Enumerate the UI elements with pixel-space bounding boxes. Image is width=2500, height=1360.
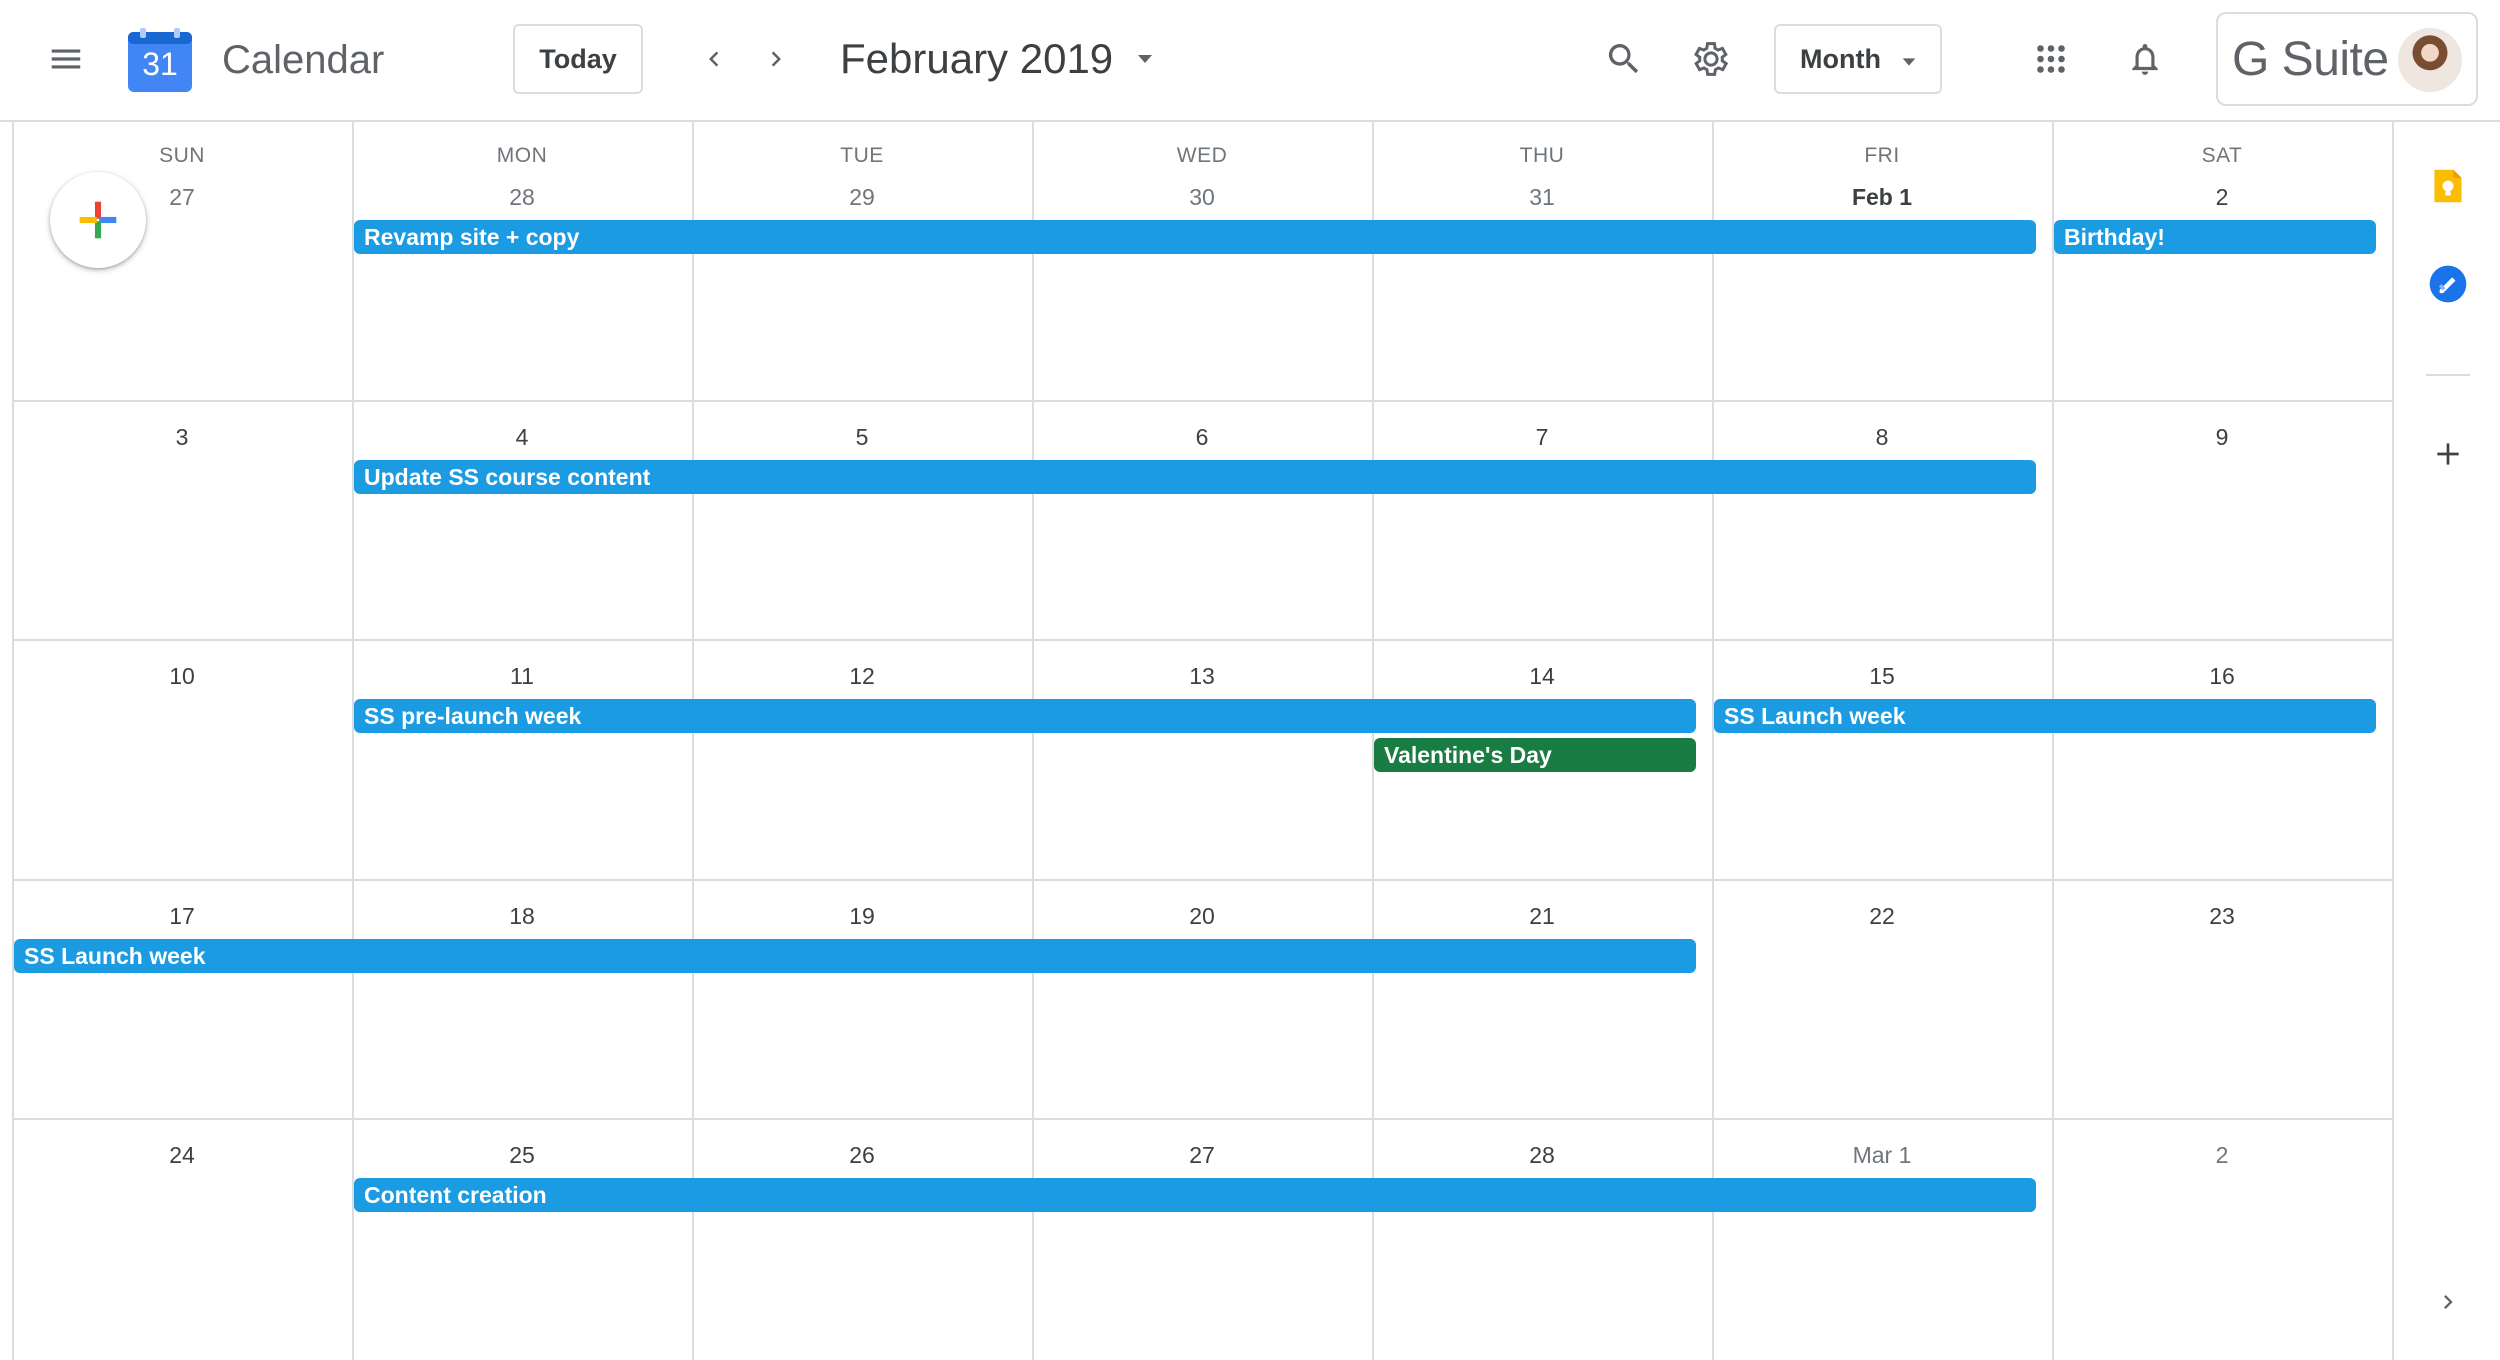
side-panel-divider <box>2426 374 2470 376</box>
day-number[interactable]: 8 <box>1712 424 2052 451</box>
event-chip[interactable]: SS Launch week <box>14 939 1696 973</box>
day-number[interactable]: 6 <box>1032 424 1372 451</box>
day-of-week-header: SAT <box>2201 144 2243 167</box>
add-icon <box>2437 443 2459 465</box>
day-number[interactable]: 15 <box>1712 663 2052 690</box>
previous-period-button[interactable] <box>684 29 744 89</box>
day-number[interactable]: 13 <box>1032 663 1372 690</box>
day-number[interactable]: 28 <box>352 184 692 211</box>
day-number[interactable]: Feb 1 <box>1712 184 2052 211</box>
main-menu-button[interactable] <box>34 27 98 91</box>
settings-icon <box>1693 42 1729 76</box>
day-number[interactable]: 2 <box>2052 184 2392 211</box>
event-chip[interactable]: Update SS course content <box>354 460 2036 494</box>
grid-column-line <box>692 122 694 1360</box>
grid-row-line <box>12 400 2392 402</box>
day-of-week-header: TUE <box>840 144 884 167</box>
notifications-button[interactable] <box>2115 29 2175 89</box>
caret-down-icon <box>1902 58 1916 66</box>
day-number[interactable]: 2 <box>2052 1142 2392 1169</box>
day-number[interactable]: 22 <box>1712 903 2052 930</box>
day-number[interactable]: 21 <box>1372 903 1712 930</box>
day-number[interactable]: Mar 1 <box>1712 1142 2052 1169</box>
event-chip[interactable]: Content creation <box>354 1178 2036 1212</box>
day-of-week-header: WED <box>1176 144 1228 167</box>
chevron-left-icon <box>709 51 719 67</box>
logo-day-number: 31 <box>142 46 178 82</box>
event-chip[interactable]: SS Launch week <box>1714 699 2376 733</box>
day-number[interactable]: 27 <box>12 184 352 211</box>
day-number[interactable]: 11 <box>352 663 692 690</box>
grid-column-line <box>1712 122 1714 1360</box>
day-number[interactable]: 31 <box>1372 184 1712 211</box>
day-number[interactable]: 5 <box>692 424 1032 451</box>
day-number[interactable]: 30 <box>1032 184 1372 211</box>
grid-column-line <box>12 122 14 1360</box>
day-number[interactable]: 24 <box>12 1142 352 1169</box>
caret-down-icon <box>1138 55 1153 63</box>
search-icon <box>1608 44 1639 74</box>
top-bar: 31 Calendar Today February 2019 Month G … <box>0 0 2500 122</box>
bell-icon <box>2132 43 2158 75</box>
keep-icon <box>2434 169 2462 203</box>
day-number[interactable]: 27 <box>1032 1142 1372 1169</box>
menu-icon <box>51 49 81 69</box>
event-chip[interactable]: SS pre-launch week <box>354 699 1696 733</box>
day-number[interactable]: 17 <box>12 903 352 930</box>
grid-row-line <box>12 1118 2392 1120</box>
day-number[interactable]: 28 <box>1372 1142 1712 1169</box>
grid-row-line <box>12 639 2392 641</box>
period-title: February 2019 <box>840 35 1114 82</box>
account-switcher[interactable]: G Suite <box>2216 12 2478 106</box>
day-number[interactable]: 7 <box>1372 424 1712 451</box>
day-number[interactable]: 14 <box>1372 663 1712 690</box>
grid-column-line <box>1032 122 1034 1360</box>
day-of-week-header: THU <box>1519 144 1565 167</box>
day-number[interactable]: 25 <box>352 1142 692 1169</box>
day-number[interactable]: 12 <box>692 663 1032 690</box>
apps-icon <box>2037 45 2065 73</box>
day-number[interactable]: 26 <box>692 1142 1032 1169</box>
hide-side-panel-button[interactable] <box>2416 1270 2480 1334</box>
gsuite-brand: G Suite <box>2232 32 2389 86</box>
search-button[interactable] <box>1594 29 1654 89</box>
today-button[interactable]: Today <box>513 24 643 94</box>
calendar-logo[interactable]: 31 <box>126 26 194 94</box>
get-add-ons-button[interactable] <box>2416 422 2480 486</box>
avatar[interactable] <box>2398 28 2462 92</box>
view-selector[interactable]: Month <box>1774 24 1942 94</box>
day-number[interactable]: 10 <box>12 663 352 690</box>
period-selector[interactable]: February 2019 <box>840 24 1155 94</box>
view-selector-label: Month <box>1800 43 1881 74</box>
day-number[interactable]: 18 <box>352 903 692 930</box>
day-of-week-header: FRI <box>1864 144 1900 167</box>
settings-button[interactable] <box>1681 29 1741 89</box>
chevron-right-icon <box>2444 1295 2453 1309</box>
chevron-right-icon <box>771 51 781 67</box>
day-number[interactable]: 3 <box>12 424 352 451</box>
event-chip[interactable]: Birthday! <box>2054 220 2376 254</box>
day-number[interactable]: 16 <box>2052 663 2392 690</box>
day-of-week-header: MON <box>496 144 548 167</box>
day-number[interactable]: 23 <box>2052 903 2392 930</box>
day-number[interactable]: 29 <box>692 184 1032 211</box>
app-title: Calendar <box>222 37 385 82</box>
grid-row-line <box>12 879 2392 881</box>
grid-column-line <box>2052 122 2054 1360</box>
day-number[interactable]: 9 <box>2052 424 2392 451</box>
grid-column-line <box>352 122 354 1360</box>
side-panel <box>2392 122 2500 1360</box>
event-chip[interactable]: Valentine's Day <box>1374 738 1696 772</box>
day-of-week-header: SUN <box>159 144 205 167</box>
next-period-button[interactable] <box>746 29 806 89</box>
day-number[interactable]: 20 <box>1032 903 1372 930</box>
keep-button[interactable] <box>2416 154 2480 218</box>
month-grid: SUN MON TUE WED THU FRI SAT 27 28 29 30 31 Feb 12345… <box>12 122 2394 1360</box>
day-number[interactable]: 19 <box>692 903 1032 930</box>
event-chip[interactable]: Revamp site + copy <box>354 220 2036 254</box>
tasks-button[interactable] <box>2416 252 2480 316</box>
tasks-icon <box>2429 265 2467 303</box>
google-apps-button[interactable] <box>2021 29 2081 89</box>
day-number[interactable]: 4 <box>352 424 692 451</box>
